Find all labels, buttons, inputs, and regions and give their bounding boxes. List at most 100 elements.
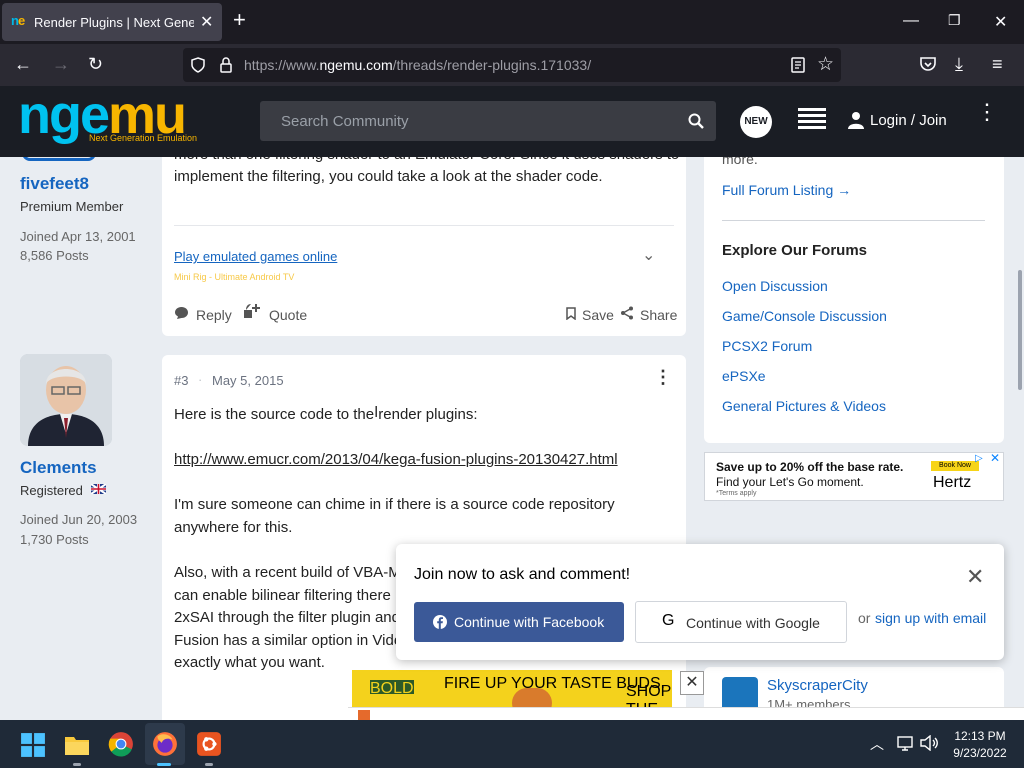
avatar-image: [20, 354, 112, 446]
full-forum-listing-link[interactable]: Full Forum Listing →: [722, 182, 851, 198]
ad-close-icon[interactable]: ✕: [680, 671, 704, 695]
new-posts-button[interactable]: NEW: [740, 106, 772, 138]
forward-icon[interactable]: →: [52, 54, 70, 74]
ad-link[interactable]: Play emulated games online: [174, 249, 337, 264]
more-options-icon[interactable]: ⋮: [976, 101, 998, 123]
share-button[interactable]: Share: [640, 307, 677, 323]
file-explorer-icon[interactable]: [64, 732, 90, 758]
arrow-right-icon: →: [837, 182, 852, 198]
save-button[interactable]: Save: [582, 307, 614, 323]
scrollbar[interactable]: [1018, 270, 1022, 390]
download-icon: [358, 710, 370, 720]
facebook-button-label: Continue with Facebook: [454, 614, 605, 630]
search-input[interactable]: Search Community: [260, 101, 716, 141]
author-role: Registered: [20, 483, 83, 498]
facebook-button[interactable]: Continue with Facebook: [414, 602, 624, 642]
tray-chevron-up-icon[interactable]: ︿: [870, 734, 884, 754]
post-options-icon[interactable]: ⋮: [654, 367, 672, 388]
shield-icon[interactable]: [191, 57, 205, 73]
volume-icon[interactable]: [920, 735, 940, 751]
forum-list-icon[interactable]: [798, 108, 826, 132]
site-header: ngemu Next Generation Emulation Search C…: [0, 86, 1024, 157]
google-button[interactable]: G Continue with Google: [635, 601, 847, 643]
minimize-icon[interactable]: —: [903, 12, 919, 30]
sidebar-item-game-console[interactable]: Game/Console Discussion: [722, 308, 887, 324]
post-author[interactable]: fivefeet8: [20, 174, 89, 194]
hertz-ad[interactable]: Save up to 20% off the base rate. Find y…: [704, 451, 1004, 501]
author-post-count: 8,586 Posts: [20, 248, 89, 263]
taskbar-date[interactable]: 9/23/2022: [948, 746, 1012, 760]
maximize-icon[interactable]: ❐: [948, 12, 961, 29]
join-popup: Join now to ask and comment! ✕ Continue …: [396, 544, 1004, 660]
windows-start-icon[interactable]: [20, 732, 46, 758]
bookmark-star-icon[interactable]: ☆: [817, 53, 834, 76]
browser-tab[interactable]: ne Render Plugins | Next Generatio ✕: [2, 3, 222, 41]
post-text: can enable bilinear filtering there: [174, 587, 391, 604]
post-link[interactable]: http://www.emucr.com/2013/04/kega-fusion…: [174, 448, 618, 471]
post-card: more than one filtering shader to an Emu…: [162, 157, 686, 336]
ad-book-now[interactable]: Book Now: [931, 461, 979, 471]
sidebar-more-text: more.: [722, 157, 758, 167]
taskbar-time[interactable]: 12:13 PM: [948, 729, 1012, 743]
search-icon[interactable]: [688, 113, 704, 129]
reader-view-icon[interactable]: [791, 57, 805, 73]
chevron-down-icon[interactable]: ⌄: [642, 245, 655, 265]
chrome-icon[interactable]: [108, 731, 134, 757]
sidebar-item-epsxe[interactable]: ePSXe: [722, 368, 766, 384]
lock-icon[interactable]: [220, 57, 232, 73]
community-name[interactable]: SkyscraperCity: [767, 677, 868, 694]
popup-title: Join now to ask and comment!: [414, 566, 631, 583]
reload-icon[interactable]: ↻: [88, 54, 103, 74]
author-post-count: 1,730 Posts: [20, 532, 89, 547]
close-tab-icon[interactable]: ✕: [200, 12, 213, 32]
url-text: https://www.ngemu.com/threads/render-plu…: [244, 57, 592, 73]
taskbar-active-indicator: [157, 763, 171, 766]
quote-button[interactable]: Quote: [269, 307, 307, 323]
save-icon[interactable]: [566, 307, 576, 320]
taskbar-running-indicator: [205, 763, 213, 766]
hertz-logo: Hertz: [933, 474, 972, 491]
popup-close-icon[interactable]: ✕: [966, 564, 984, 590]
post-number[interactable]: #3: [174, 373, 188, 388]
login-join-link[interactable]: Login / Join: [870, 112, 947, 129]
post-text: Here is the source code to the render pl…: [174, 406, 478, 423]
quote-icon[interactable]: [242, 302, 262, 320]
ubuntu-icon[interactable]: [196, 731, 222, 757]
divider: [174, 225, 674, 226]
post-text: Also, with a recent build of VBA-M: [174, 564, 401, 581]
browser-tab-bar: ne Render Plugins | Next Generatio ✕ + —…: [0, 0, 1024, 44]
author-role: Premium Member: [20, 199, 124, 214]
reply-icon[interactable]: [174, 306, 189, 320]
post-card: #3 · May 5, 2015 ⋮ Here is the source co…: [162, 355, 686, 720]
ad-sublink[interactable]: Mini Rig - Ultimate Android TV: [174, 272, 294, 282]
sidebar-item-pcsx2[interactable]: PCSX2 Forum: [722, 338, 812, 354]
firefox-icon[interactable]: [152, 731, 178, 757]
post-author[interactable]: Clements: [20, 458, 97, 478]
popup-or-text: or: [858, 610, 871, 626]
divider: [722, 220, 985, 221]
pocket-icon[interactable]: [919, 56, 937, 73]
post-text: implement the filtering, you could take …: [174, 168, 603, 185]
reply-button[interactable]: Reply: [196, 307, 232, 323]
avatar[interactable]: [20, 354, 112, 446]
adchoices-icon[interactable]: ▷: [975, 453, 983, 464]
back-icon[interactable]: ←: [14, 54, 32, 74]
new-tab-icon[interactable]: +: [233, 9, 246, 31]
window-close-icon[interactable]: ✕: [994, 12, 1007, 32]
post-text: 2xSAI through the filter plugin and: [174, 609, 400, 626]
post-text: anywhere for this.: [174, 519, 293, 536]
ad-subtitle: Find your Let's Go moment.: [716, 475, 864, 489]
ad-close-icon[interactable]: ✕: [990, 451, 1000, 465]
site-logo[interactable]: ngemu: [18, 88, 187, 142]
post-date[interactable]: May 5, 2015: [212, 373, 284, 388]
post-text: exactly what you want.: [174, 654, 325, 671]
menu-icon[interactable]: ≡: [992, 54, 1003, 74]
signup-email-link[interactable]: sign up with email: [875, 610, 986, 626]
share-icon[interactable]: [620, 306, 634, 320]
downloads-icon[interactable]: ⤓: [955, 54, 963, 74]
post-text: Fusion has a similar option in Vide: [174, 632, 403, 649]
address-bar[interactable]: https://www.ngemu.com/threads/render-plu…: [183, 48, 841, 82]
sidebar-item-general-pictures[interactable]: General Pictures & Videos: [722, 398, 886, 414]
sidebar-item-open-discussion[interactable]: Open Discussion: [722, 278, 828, 294]
network-icon[interactable]: [897, 736, 915, 751]
